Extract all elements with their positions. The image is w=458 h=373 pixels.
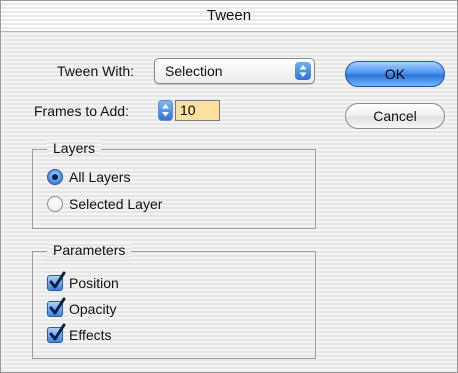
cancel-button[interactable]: Cancel: [345, 103, 445, 129]
effects-checkbox[interactable]: [47, 323, 66, 343]
tween-with-label: Tween With:: [57, 63, 135, 79]
ok-button[interactable]: OK: [345, 61, 445, 87]
frames-stepper[interactable]: [158, 100, 173, 121]
title-bar[interactable]: Tween: [1, 1, 457, 32]
opacity-checkbox[interactable]: [47, 297, 66, 317]
tween-with-value: Selection: [165, 63, 223, 79]
parameters-legend: Parameters: [47, 242, 132, 258]
effects-label[interactable]: Effects: [69, 327, 112, 343]
layers-legend: Layers: [47, 140, 102, 156]
stepper-arrows-icon: [162, 104, 169, 117]
frames-to-add-input[interactable]: 10: [175, 100, 220, 121]
checkmark-icon: [49, 297, 66, 315]
checkmark-icon: [49, 271, 66, 289]
selected-layer-radio[interactable]: [47, 196, 63, 212]
checkmark-icon: [49, 323, 66, 341]
layers-group: Layers: [32, 140, 316, 229]
all-layers-label[interactable]: All Layers: [69, 169, 130, 185]
tween-with-select[interactable]: Selection: [154, 58, 315, 84]
opacity-label[interactable]: Opacity: [69, 301, 116, 317]
popup-arrows-icon: [295, 62, 311, 80]
tween-dialog: Tween Tween With: Selection Frames to Ad…: [0, 0, 458, 373]
all-layers-radio[interactable]: [47, 169, 63, 185]
position-checkbox[interactable]: [47, 271, 66, 291]
dialog-title: Tween: [206, 7, 252, 24]
frames-to-add-label: Frames to Add:: [34, 103, 129, 119]
selected-layer-label[interactable]: Selected Layer: [69, 196, 162, 212]
position-label[interactable]: Position: [69, 275, 119, 291]
